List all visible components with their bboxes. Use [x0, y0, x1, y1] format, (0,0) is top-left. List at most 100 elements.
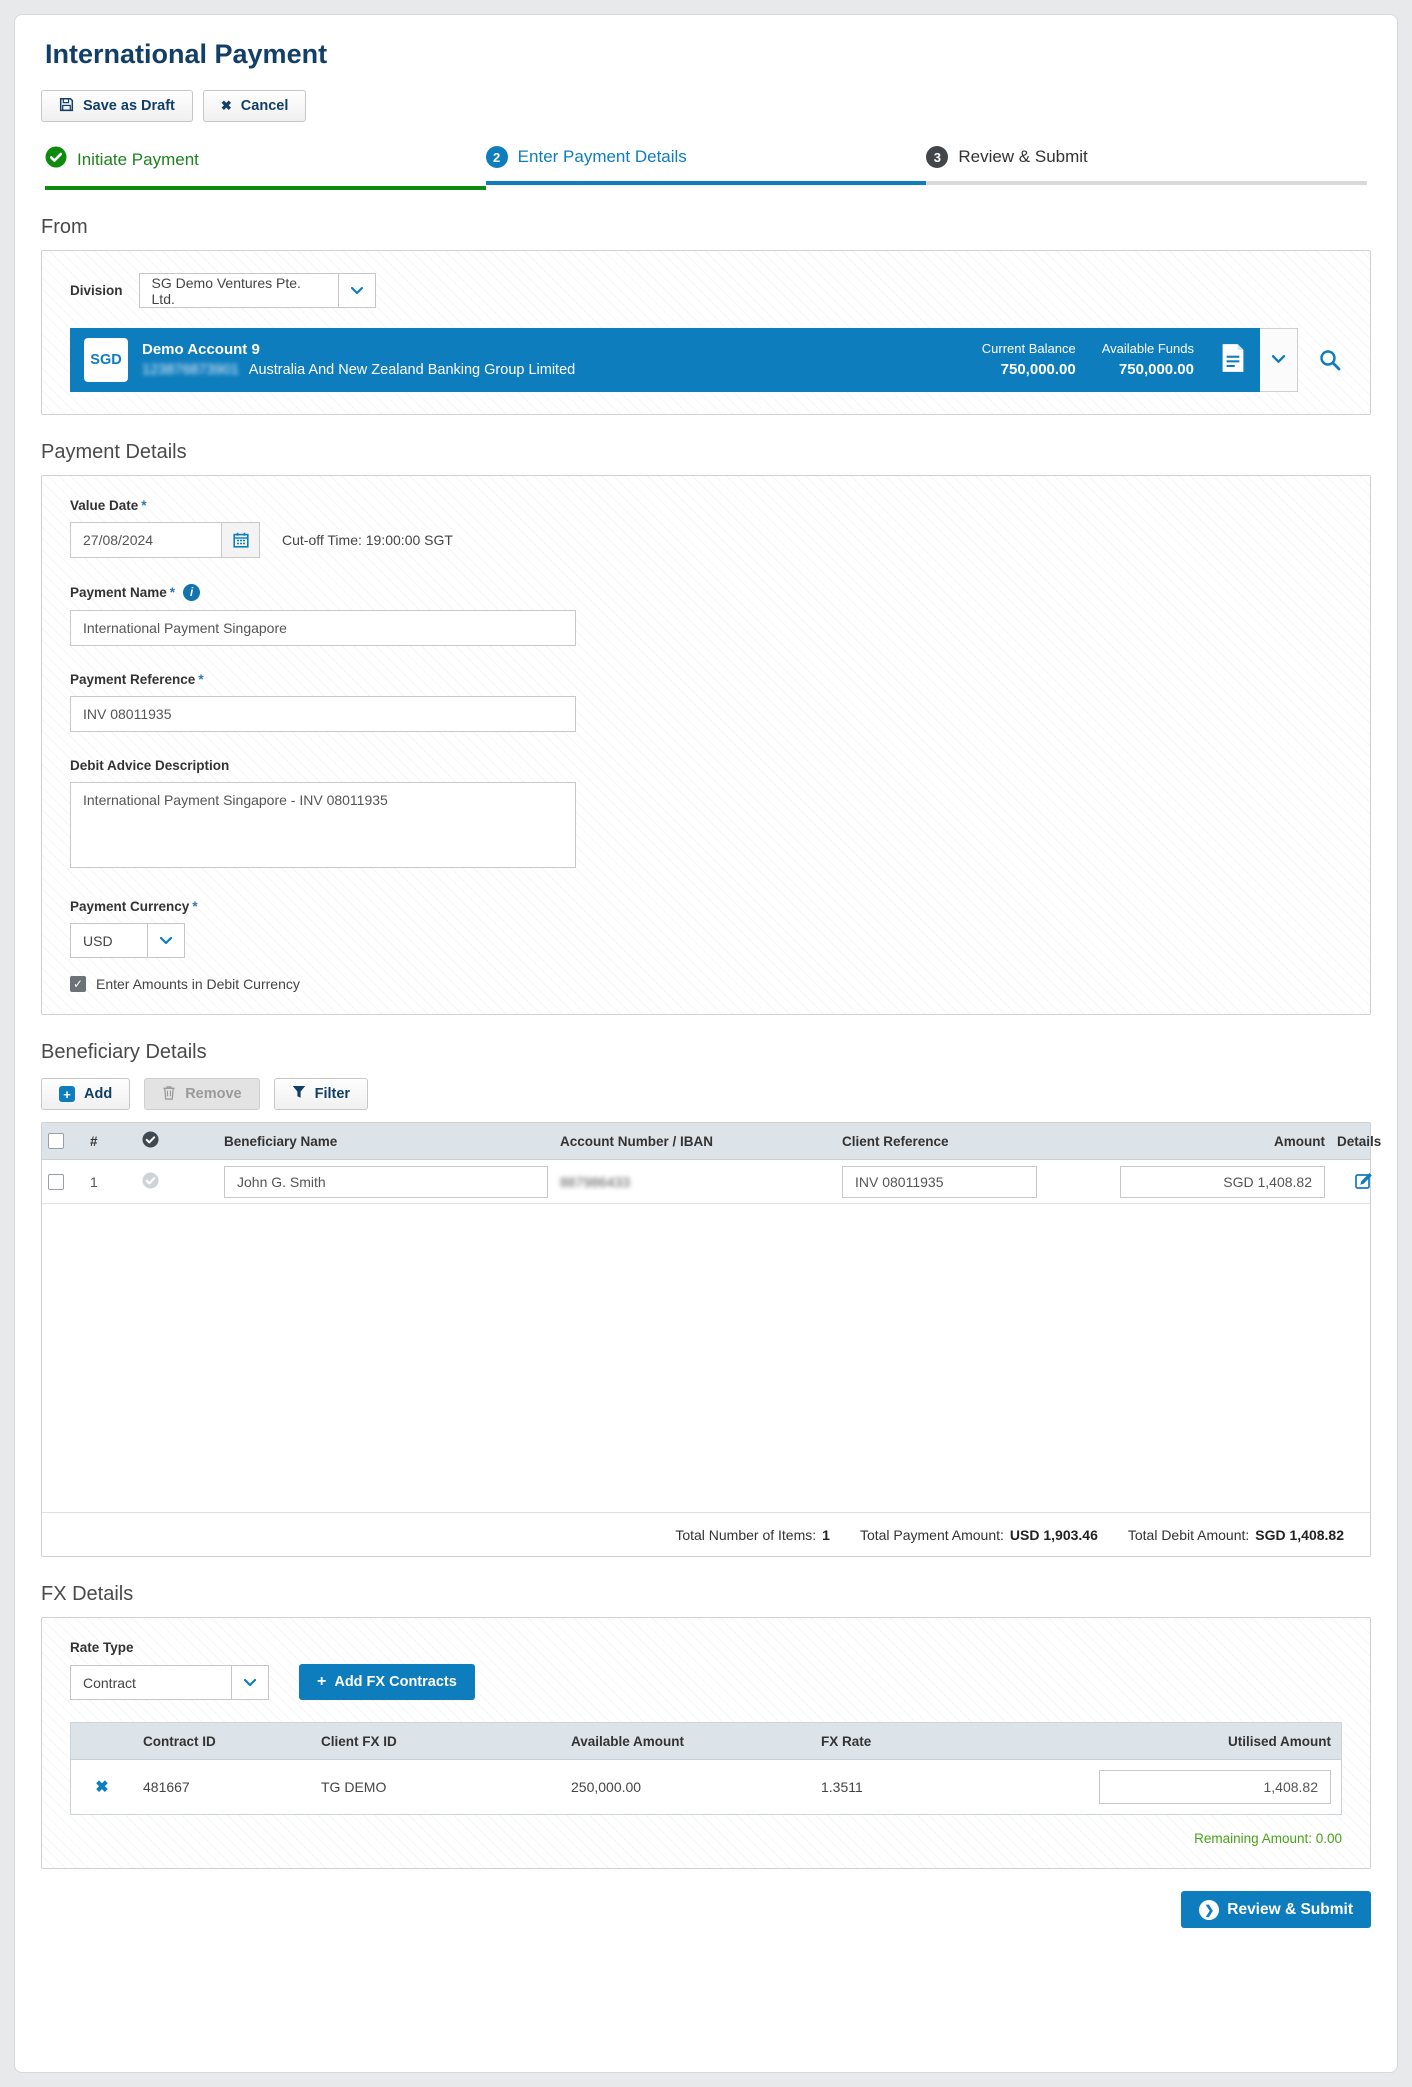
- chevron-down-icon: [1272, 351, 1285, 369]
- rate-type-select[interactable]: Contract: [70, 1665, 269, 1700]
- row-index: 1: [84, 1174, 136, 1190]
- beneficiary-account-masked: 887986433: [560, 1174, 630, 1190]
- from-heading: From: [41, 216, 1371, 239]
- column-index: #: [84, 1134, 136, 1149]
- account-statement-icon[interactable]: [1220, 343, 1246, 378]
- info-icon[interactable]: i: [183, 584, 200, 601]
- beneficiary-totals: Total Number of Items: 1 Total Payment Am…: [42, 1512, 1370, 1556]
- cancel-button[interactable]: ✖ Cancel: [203, 90, 306, 122]
- fx-contract-row: ✖ 481667 TG DEMO 250,000.00 1.3511: [71, 1760, 1341, 1814]
- step-label: Enter Payment Details: [518, 147, 687, 167]
- value-date-input[interactable]: [70, 522, 222, 558]
- add-fx-contracts-button[interactable]: + Add FX Contracts: [299, 1664, 475, 1700]
- arrow-right-circle-icon: ❯: [1199, 1900, 1219, 1920]
- amount-input[interactable]: [1120, 1166, 1325, 1198]
- debit-advice-description-input[interactable]: International Payment Singapore - INV 08…: [70, 782, 576, 868]
- beneficiary-name-input[interactable]: [224, 1166, 548, 1198]
- chevron-down-icon: [147, 924, 184, 957]
- save-as-draft-label: Save as Draft: [83, 98, 175, 114]
- payment-currency-select[interactable]: USD: [70, 923, 185, 958]
- beneficiary-table: # Beneficiary Name Account Number / IBAN…: [41, 1122, 1371, 1557]
- client-reference-input[interactable]: [842, 1166, 1037, 1198]
- required-asterisk: *: [198, 672, 203, 687]
- validated-check-icon: [142, 1131, 159, 1151]
- remove-contract-x-icon[interactable]: ✖: [95, 1777, 108, 1797]
- wizard-steps: Initiate Payment 2 Enter Payment Details…: [45, 146, 1367, 190]
- step-progress-bar: [486, 181, 927, 185]
- fx-details-heading: FX Details: [41, 1583, 1371, 1606]
- payment-currency-label: Payment Currency*: [70, 899, 1342, 914]
- step-done-check-icon: [45, 146, 67, 173]
- payment-details-heading: Payment Details: [41, 441, 1371, 464]
- column-utilised-amount: Utilised Amount: [1011, 1734, 1341, 1749]
- available-amount-value: 250,000.00: [561, 1779, 811, 1795]
- beneficiary-table-header: # Beneficiary Name Account Number / IBAN…: [42, 1123, 1370, 1160]
- step-number-badge: 2: [486, 146, 508, 168]
- filter-label: Filter: [315, 1086, 350, 1102]
- column-fx-rate: FX Rate: [811, 1734, 1011, 1749]
- select-all-checkbox[interactable]: [48, 1133, 64, 1149]
- step-enter-payment-details[interactable]: 2 Enter Payment Details: [486, 146, 927, 190]
- remaining-amount-text: Remaining Amount: 0.00: [70, 1831, 1342, 1846]
- beneficiary-toolbar: + Add Remove Filter: [41, 1078, 1371, 1110]
- enter-amounts-debit-currency-label: Enter Amounts in Debit Currency: [96, 976, 300, 992]
- column-details: Details: [1331, 1134, 1398, 1149]
- division-select[interactable]: SG Demo Ventures Pte. Ltd.: [139, 273, 376, 308]
- enter-amounts-debit-currency-checkbox[interactable]: ✓: [70, 976, 86, 992]
- total-items-value: 1: [822, 1527, 830, 1543]
- trash-icon: [162, 1085, 176, 1104]
- step-review-submit[interactable]: 3 Review & Submit: [926, 146, 1367, 190]
- calendar-icon[interactable]: [222, 522, 260, 558]
- required-asterisk: *: [192, 899, 197, 914]
- account-dropdown-button[interactable]: [1260, 328, 1298, 392]
- payment-reference-input[interactable]: [70, 696, 576, 732]
- remove-beneficiary-button[interactable]: Remove: [144, 1078, 259, 1110]
- row-checkbox[interactable]: [48, 1174, 64, 1190]
- edit-details-icon[interactable]: [1355, 1171, 1374, 1193]
- division-label: Division: [70, 283, 123, 298]
- available-funds-label: Available Funds: [1102, 339, 1194, 359]
- step-label: Initiate Payment: [77, 150, 199, 170]
- column-beneficiary-name: Beneficiary Name: [218, 1134, 554, 1149]
- review-submit-button[interactable]: ❯ Review & Submit: [1181, 1891, 1371, 1928]
- beneficiary-details-heading: Beneficiary Details: [41, 1041, 1371, 1064]
- step-initiate-payment[interactable]: Initiate Payment: [45, 146, 486, 190]
- step-number-badge: 3: [926, 146, 948, 168]
- cancel-x-icon: ✖: [221, 98, 232, 114]
- chevron-down-icon: [338, 274, 375, 307]
- bank-name: Australia And New Zealand Banking Group …: [249, 360, 575, 381]
- debit-account-bar[interactable]: SGD Demo Account 9 123876873901 Australi…: [70, 328, 1260, 392]
- total-debit-label: Total Debit Amount:: [1128, 1527, 1249, 1543]
- beneficiary-table-empty-area: [42, 1204, 1370, 1512]
- plus-icon: +: [59, 1086, 75, 1102]
- utilised-amount-input[interactable]: [1099, 1770, 1331, 1804]
- fx-rate-value: 1.3511: [811, 1779, 1011, 1795]
- payment-reference-label: Payment Reference*: [70, 672, 1342, 687]
- fx-table-header: Contract ID Client FX ID Available Amoun…: [71, 1723, 1341, 1760]
- contract-id-value: 481667: [133, 1779, 311, 1795]
- add-label: Add: [84, 1086, 112, 1102]
- client-fx-id-value: TG DEMO: [311, 1779, 561, 1795]
- current-balance-value: 750,000.00: [982, 359, 1076, 382]
- column-amount: Amount: [1089, 1134, 1331, 1149]
- total-payment-label: Total Payment Amount:: [860, 1527, 1004, 1543]
- filter-button[interactable]: Filter: [274, 1078, 368, 1110]
- account-name: Demo Account 9: [142, 339, 575, 361]
- filter-funnel-icon: [292, 1085, 306, 1103]
- payment-name-input[interactable]: [70, 610, 576, 646]
- add-beneficiary-button[interactable]: + Add: [41, 1078, 130, 1110]
- row-status-check-icon: [142, 1172, 159, 1192]
- step-progress-bar: [926, 181, 1367, 185]
- payment-currency-value: USD: [71, 924, 147, 957]
- save-as-draft-button[interactable]: Save as Draft: [41, 90, 193, 122]
- account-number-masked: 123876873901: [142, 360, 239, 381]
- remove-label: Remove: [185, 1086, 241, 1102]
- account-search-icon[interactable]: [1318, 348, 1342, 372]
- plus-icon: +: [317, 1673, 326, 1691]
- chevron-down-icon: [231, 1666, 268, 1699]
- fx-contracts-table: Contract ID Client FX ID Available Amoun…: [70, 1722, 1342, 1815]
- payment-details-card: Value Date* Cut-off Time: 19:00:00 SGT P…: [41, 475, 1371, 1015]
- total-items-label: Total Number of Items:: [675, 1527, 816, 1543]
- column-available-amount: Available Amount: [561, 1734, 811, 1749]
- header-toolbar: Save as Draft ✖ Cancel: [41, 90, 1371, 122]
